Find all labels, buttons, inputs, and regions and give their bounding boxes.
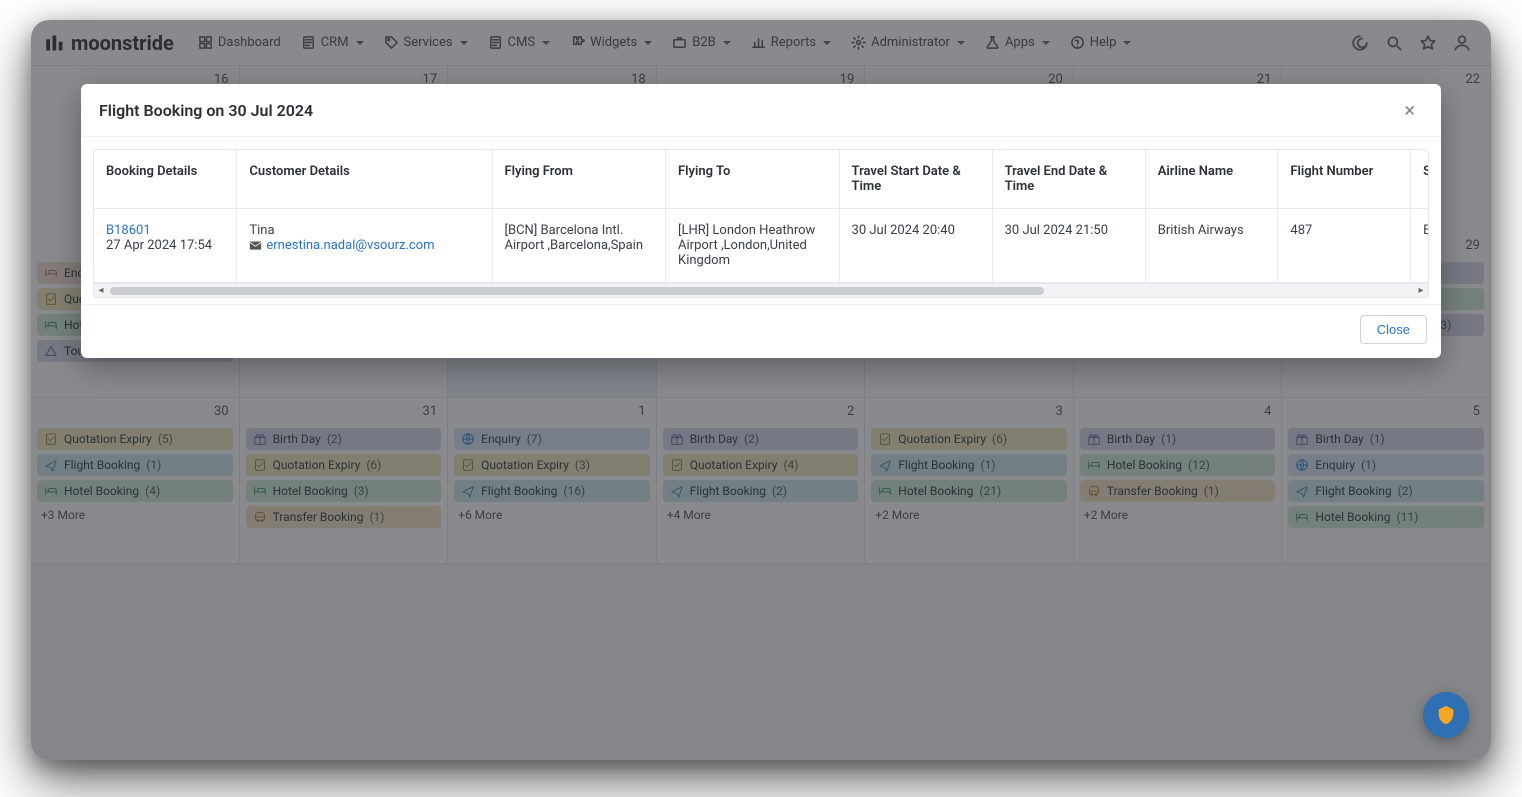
horizontal-scrollbar[interactable]: ◂ ▸ [94,283,1428,297]
col-header: Flying To [666,150,840,209]
table-cell: Tinaernestina.nadal@vsourz.com [237,209,492,283]
col-header: Flight Number [1278,150,1411,209]
col-header: Customer Details [237,150,492,209]
close-button[interactable]: Close [1360,315,1427,344]
table-cell: 30 Jul 2024 20:40 [839,209,992,283]
booking-table: Booking DetailsCustomer DetailsFlying Fr… [94,150,1428,283]
col-header: Travel Start Date & Time [839,150,992,209]
col-header: Supplier [1411,150,1428,209]
modal-title: Flight Booking on 30 Jul 2024 [99,101,313,120]
table-cell: 30 Jul 2024 21:50 [992,209,1145,283]
scroll-right-icon[interactable]: ▸ [1414,285,1428,296]
table-cell: British airways [1411,209,1428,283]
table-cell: 487 [1278,209,1411,283]
booking-id-link[interactable]: B18601 [106,223,151,238]
col-header: Flying From [492,150,666,209]
close-icon[interactable]: × [1396,96,1423,124]
col-header: Booking Details [94,150,237,209]
mail-icon [249,239,262,252]
customer-email-link[interactable]: ernestina.nadal@vsourz.com [249,238,434,253]
flight-booking-modal: Flight Booking on 30 Jul 2024 × Booking … [81,84,1441,358]
col-header: Travel End Date & Time [992,150,1145,209]
table-cell: [BCN] Barcelona Intl. Airport ,Barcelona… [492,209,666,283]
scroll-left-icon[interactable]: ◂ [94,285,108,296]
table-cell: B1860127 Apr 2024 17:54 [94,209,237,283]
table-cell: British Airways [1145,209,1278,283]
col-header: Airline Name [1145,150,1278,209]
table-cell: [LHR] London Heathrow Airport ,London,Un… [666,209,840,283]
chat-fab[interactable] [1423,692,1469,738]
scroll-thumb[interactable] [110,287,1044,295]
